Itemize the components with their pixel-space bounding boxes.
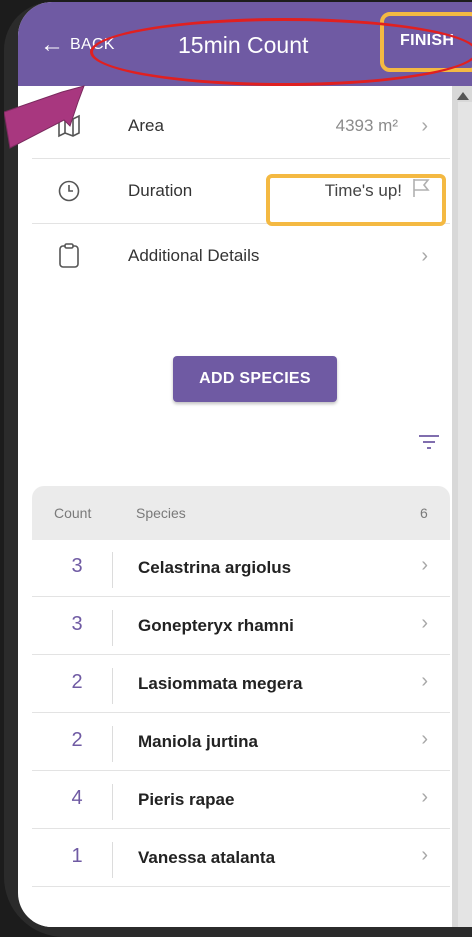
chevron-right-icon: ›	[421, 786, 428, 808]
chevron-right-icon: ›	[421, 612, 428, 634]
species-name: Celastrina argiolus	[138, 558, 292, 577]
species-row[interactable]: 4 Pieris rapae ›	[32, 772, 450, 829]
pointer-arrow-icon	[4, 85, 85, 149]
area-label: Area	[128, 116, 164, 135]
divider	[112, 726, 113, 762]
duration-highlight-box	[266, 174, 446, 226]
species-name: Pieris rapae	[138, 790, 235, 809]
count-column-header: Count	[54, 505, 92, 521]
area-highlight-oval	[90, 18, 472, 86]
species-name: Maniola jurtina	[138, 732, 258, 751]
species-row[interactable]: 3 Celastrina argiolus ›	[32, 540, 450, 597]
additional-details-row[interactable]: Additional Details ›	[32, 224, 450, 288]
scrollbar-region	[458, 102, 472, 927]
species-row[interactable]: 2 Lasiommata megera ›	[32, 656, 450, 713]
species-count[interactable]: 3	[62, 555, 92, 578]
add-species-button[interactable]: ADD SPECIES	[173, 356, 337, 402]
area-row[interactable]: Area 4393 m² ›	[32, 94, 450, 158]
species-count[interactable]: 3	[62, 613, 92, 636]
clipboard-icon	[54, 241, 84, 271]
species-row[interactable]: 2 Maniola jurtina ›	[32, 714, 450, 771]
divider	[112, 784, 113, 820]
species-row[interactable]: 1 Vanessa atalanta ›	[32, 830, 450, 887]
species-column-header: Species	[136, 505, 186, 521]
species-count[interactable]: 2	[62, 671, 92, 694]
additional-details-label: Additional Details	[128, 246, 260, 265]
arrow-left-icon: ←	[40, 31, 64, 58]
scroll-up-icon[interactable]	[457, 92, 469, 100]
species-list-header: Count Species 6	[32, 486, 450, 540]
species-count[interactable]: 1	[62, 845, 92, 868]
chevron-right-icon: ›	[421, 114, 428, 137]
area-value: 4393 m²	[335, 116, 398, 135]
species-name: Lasiommata megera	[138, 674, 303, 693]
species-name: Vanessa atalanta	[138, 848, 276, 867]
species-count[interactable]: 4	[62, 787, 92, 810]
divider	[112, 610, 113, 646]
clock-icon	[54, 176, 84, 206]
chevron-right-icon: ›	[421, 670, 428, 692]
divider	[112, 552, 113, 588]
device-frame: ← BACK 15min Count FINISH Area 4393 m² ›…	[4, 2, 472, 937]
species-row[interactable]: 3 Gonepteryx rhamni ›	[32, 598, 450, 655]
species-total-count: 6	[420, 505, 428, 521]
chevron-right-icon: ›	[421, 244, 428, 267]
divider	[112, 668, 113, 704]
duration-label: Duration	[128, 181, 193, 200]
species-name: Gonepteryx rhamni	[138, 616, 294, 635]
divider	[112, 842, 113, 878]
chevron-right-icon: ›	[421, 554, 428, 576]
filter-icon[interactable]	[418, 434, 440, 450]
chevron-right-icon: ›	[421, 728, 428, 750]
chevron-right-icon: ›	[421, 844, 428, 866]
species-count[interactable]: 2	[62, 729, 92, 752]
